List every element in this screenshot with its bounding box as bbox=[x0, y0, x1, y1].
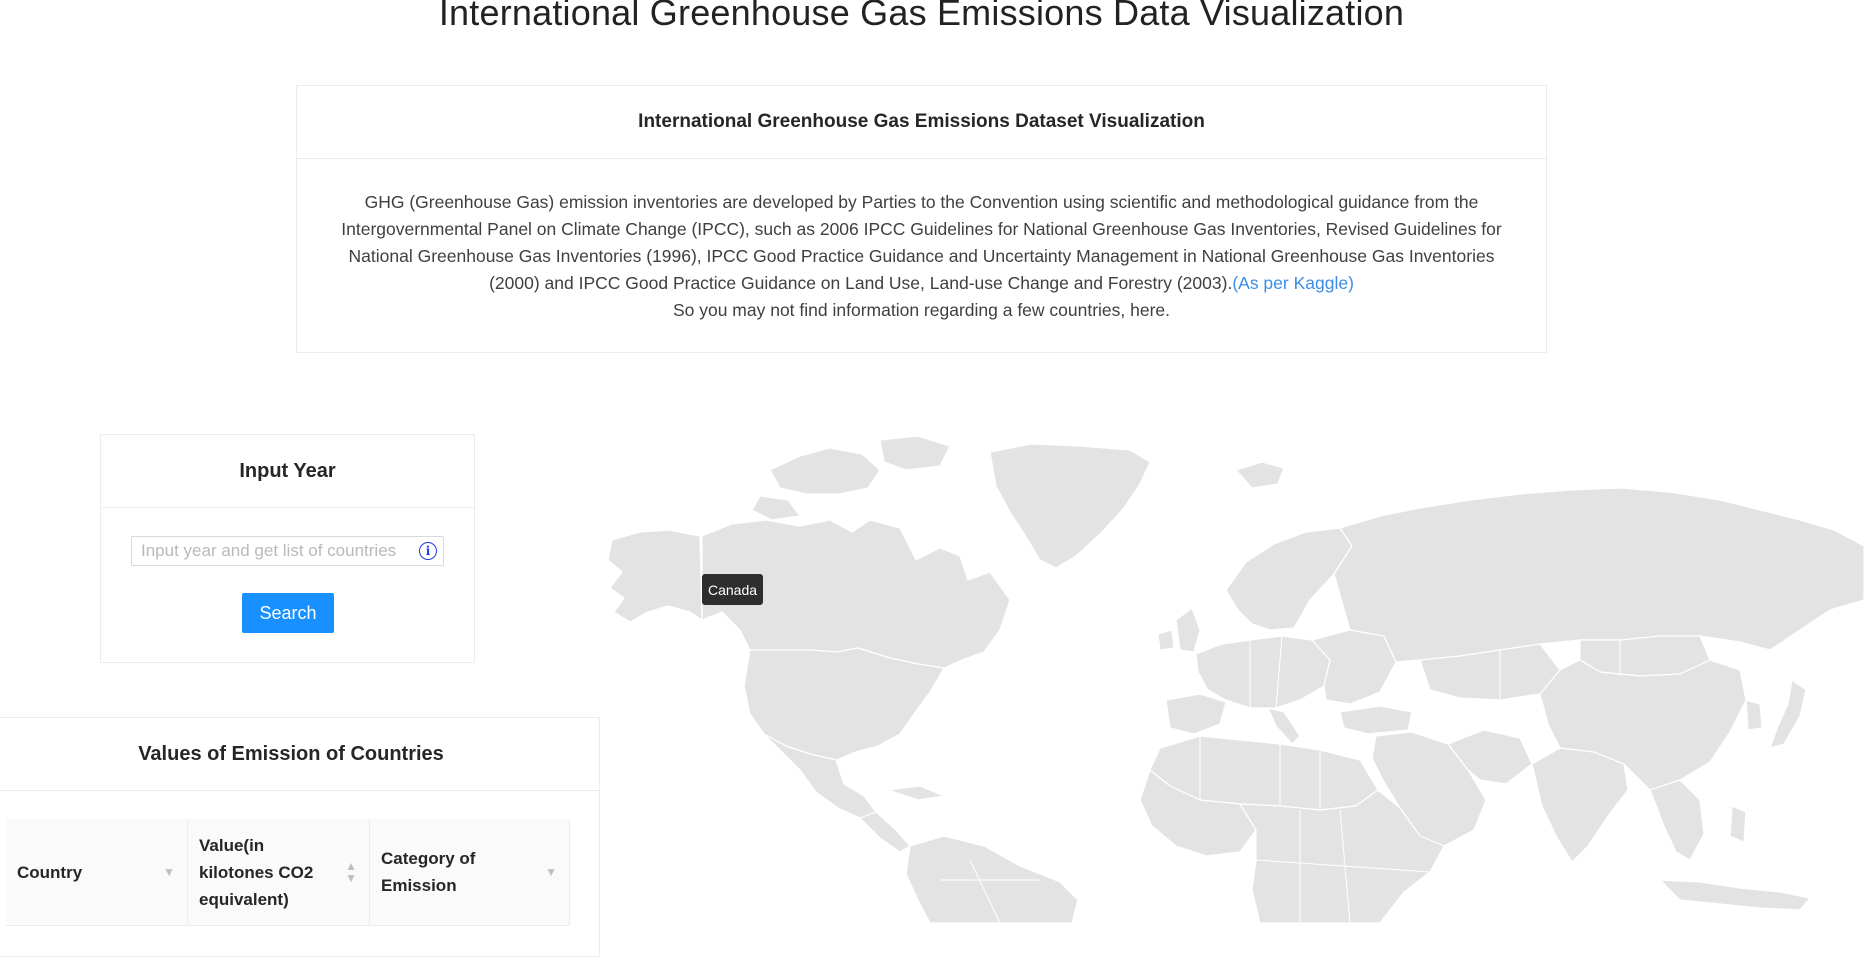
country-cuba[interactable] bbox=[887, 785, 945, 801]
column-header-country[interactable]: Country ▼ bbox=[6, 819, 188, 926]
intro-card: International Greenhouse Gas Emissions D… bbox=[296, 85, 1547, 353]
column-header-category[interactable]: Category of Emission ▼ bbox=[369, 819, 570, 926]
column-header-label: Country bbox=[17, 862, 83, 882]
emissions-card: Values of Emission of Countries Country … bbox=[0, 717, 600, 957]
input-year-card: Input Year i Search bbox=[100, 434, 475, 663]
country-india[interactable] bbox=[1531, 747, 1629, 863]
country-southeast-asia[interactable] bbox=[1649, 779, 1705, 861]
filter-icon[interactable]: ▼ bbox=[163, 866, 175, 878]
country-western-europe[interactable] bbox=[1195, 635, 1331, 709]
world-map[interactable] bbox=[600, 430, 1864, 923]
emissions-table: Country ▼ Value(in kilotones CO2 equival… bbox=[6, 819, 570, 926]
country-philippines[interactable] bbox=[1729, 805, 1747, 843]
search-button[interactable]: Search bbox=[242, 593, 334, 633]
intro-card-body: GHG (Greenhouse Gas) emission inventorie… bbox=[297, 159, 1546, 354]
filter-icon[interactable]: ▼ bbox=[545, 866, 557, 878]
country-turkey[interactable] bbox=[1339, 705, 1413, 735]
country-indonesia[interactable] bbox=[1659, 879, 1811, 911]
intro-card-title: International Greenhouse Gas Emissions D… bbox=[297, 86, 1546, 159]
input-year-title: Input Year bbox=[101, 435, 474, 508]
kaggle-source-link[interactable]: (As per Kaggle) bbox=[1232, 273, 1354, 293]
intro-note: So you may not find information regardin… bbox=[672, 300, 1171, 320]
country-canada-arctic[interactable] bbox=[879, 435, 951, 471]
country-italy[interactable] bbox=[1267, 707, 1301, 745]
column-header-label: Value(in kilotones CO2 equivalent) bbox=[199, 835, 314, 909]
country-norway-sweden-finland[interactable] bbox=[1225, 527, 1353, 631]
year-input[interactable] bbox=[141, 541, 419, 561]
country-iceland[interactable] bbox=[1235, 461, 1285, 489]
column-header-value[interactable]: Value(in kilotones CO2 equivalent) ▲ ▼ bbox=[187, 819, 370, 926]
country-canada-arctic[interactable] bbox=[769, 447, 881, 495]
country-russia[interactable] bbox=[1333, 487, 1864, 663]
country-korea[interactable] bbox=[1745, 699, 1763, 731]
page-title: International Greenhouse Gas Emissions D… bbox=[438, 0, 1405, 33]
country-japan[interactable] bbox=[1769, 679, 1807, 749]
country-central-america[interactable] bbox=[859, 811, 911, 853]
country-usa-alaska[interactable] bbox=[607, 529, 703, 623]
year-input-wrapper[interactable]: i bbox=[131, 536, 444, 566]
map-tooltip: Canada bbox=[702, 574, 764, 605]
emissions-card-title: Values of Emission of Countries bbox=[0, 718, 599, 791]
country-greenland[interactable] bbox=[989, 443, 1151, 569]
column-header-label: Category of Emission bbox=[381, 849, 476, 895]
info-circle-icon[interactable]: i bbox=[419, 542, 437, 560]
country-canada-arctic[interactable] bbox=[751, 495, 801, 521]
country-ireland[interactable] bbox=[1157, 629, 1175, 651]
sort-icon[interactable]: ▲ ▼ bbox=[345, 860, 357, 884]
world-map-svg[interactable] bbox=[600, 430, 1864, 923]
country-uk[interactable] bbox=[1175, 607, 1201, 653]
country-iberia[interactable] bbox=[1165, 693, 1227, 735]
